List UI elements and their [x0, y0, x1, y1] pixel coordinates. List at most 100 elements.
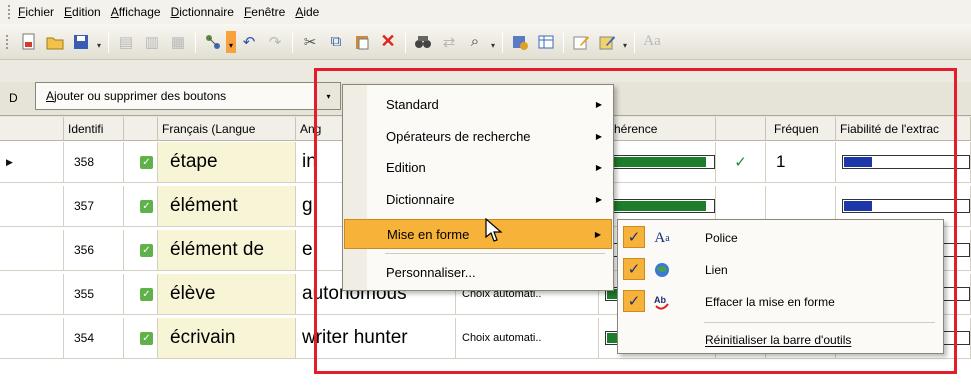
- menu-item-label: Mise en forme: [387, 226, 470, 242]
- separator: [405, 30, 406, 53]
- cell-identifiant[interactable]: 357: [64, 186, 124, 227]
- paste-icon[interactable]: [351, 31, 373, 53]
- cell-text: 354: [74, 331, 95, 345]
- link-globe-icon: [651, 259, 673, 281]
- menu-item-lien[interactable]: ✓ Lien: [619, 254, 942, 286]
- checkbox-checked-icon[interactable]: ✓: [140, 331, 153, 345]
- status-mark: ✓: [734, 154, 747, 171]
- find-replace-icon[interactable]: ⇄: [438, 31, 460, 53]
- cut-icon[interactable]: ✂: [299, 31, 321, 53]
- menu-edition[interactable]: Edition: [64, 5, 101, 19]
- network-icon[interactable]: [202, 31, 224, 53]
- menu-item-standard[interactable]: Standard ▶: [344, 89, 612, 119]
- copy-icon[interactable]: ⧉: [325, 31, 347, 53]
- add-remove-buttons-item[interactable]: Ajouter ou supprimer des boutons: [35, 82, 317, 110]
- menu-item-dictionnaire[interactable]: Dictionnaire ▶: [344, 184, 612, 214]
- menu-fichier[interactable]: Fichier: [18, 5, 54, 19]
- menu-aide[interactable]: Aide: [295, 5, 319, 19]
- settings-icon[interactable]: [509, 31, 531, 53]
- bar2-prefix: D: [9, 91, 18, 105]
- row-selector[interactable]: [0, 230, 64, 271]
- open-folder-icon[interactable]: [44, 31, 66, 53]
- header-check[interactable]: [124, 117, 158, 141]
- cell-francais[interactable]: élément de: [158, 230, 296, 271]
- cell-francais[interactable]: élève: [158, 274, 296, 315]
- cell-coherence: [599, 142, 716, 183]
- menu-affichage[interactable]: Affichage: [111, 5, 161, 19]
- menu-item-effacer[interactable]: ✓ Ab Effacer la mise en forme: [619, 286, 942, 318]
- menu-dictionnaire[interactable]: Dictionnaire: [171, 5, 234, 19]
- cell-text: étape: [170, 151, 218, 172]
- save-icon[interactable]: [70, 31, 92, 53]
- header-mark[interactable]: [716, 117, 766, 141]
- find-next-icon[interactable]: ⌕: [464, 31, 486, 53]
- cell-validated[interactable]: ✓: [124, 186, 158, 227]
- header-anglais[interactable]: Ang: [296, 117, 346, 141]
- cell-identifiant[interactable]: 358: [64, 142, 124, 183]
- cell-francais[interactable]: étape: [158, 142, 296, 183]
- table-icon[interactable]: [535, 31, 557, 53]
- menubar-grip[interactable]: [8, 5, 12, 19]
- checkbox-checked-icon[interactable]: ✓: [140, 287, 153, 301]
- menu-item-label: Opérateurs de recherche: [386, 128, 531, 144]
- cell-choix[interactable]: Choix automati..: [456, 318, 599, 359]
- cell-text: 356: [74, 243, 95, 257]
- header-identifiant[interactable]: Identifi: [64, 117, 124, 141]
- cell-identifiant[interactable]: 355: [64, 274, 124, 315]
- toolbar-grip[interactable]: [6, 34, 10, 49]
- toolbar-dropdown-1[interactable]: ▾: [94, 31, 104, 53]
- toolbar-dropdown-2[interactable]: ▾: [488, 31, 498, 53]
- binoculars-icon[interactable]: [412, 31, 434, 53]
- menu-item-mise-en-forme[interactable]: Mise en forme ▶: [344, 219, 612, 249]
- cell-text: 357: [74, 199, 95, 213]
- font-icon[interactable]: Aa: [641, 31, 663, 53]
- menu-item-operateurs[interactable]: Opérateurs de recherche ▶: [344, 121, 612, 151]
- menu-item-reinitialiser[interactable]: Réinitialiser la barre d'outils: [619, 324, 942, 356]
- cell-text: e: [302, 239, 313, 260]
- row-selector[interactable]: [0, 274, 64, 315]
- cell-anglais[interactable]: writer hunter: [296, 318, 456, 359]
- undo-icon[interactable]: ↶: [238, 31, 260, 53]
- menu-item-edition[interactable]: Edition ▶: [344, 152, 612, 182]
- row-selector[interactable]: ▶: [0, 142, 64, 183]
- redo-icon[interactable]: ↷: [264, 31, 286, 53]
- cell-validated[interactable]: ✓: [124, 318, 158, 359]
- cell-francais[interactable]: écrivain: [158, 318, 296, 359]
- cell-validated[interactable]: ✓: [124, 274, 158, 315]
- edit-2-icon[interactable]: [596, 31, 618, 53]
- cell-francais[interactable]: élément: [158, 186, 296, 227]
- menu-item-police[interactable]: ✓ Aa Police: [619, 222, 942, 254]
- delete-icon[interactable]: ✕: [377, 31, 399, 53]
- checkbox-checked-icon[interactable]: ✓: [140, 199, 153, 213]
- cell-validated[interactable]: ✓: [124, 230, 158, 271]
- cell-validated[interactable]: ✓: [124, 142, 158, 183]
- menu-fenetre[interactable]: Fenêtre: [244, 5, 285, 19]
- dim-icon-2[interactable]: ▥: [141, 31, 163, 53]
- row-selector[interactable]: [0, 186, 64, 227]
- cell-text: g: [302, 195, 313, 216]
- dim-icon-1[interactable]: ▤: [115, 31, 137, 53]
- add-remove-dropdown-arrow[interactable]: ▾: [317, 82, 341, 110]
- cell-frequence: 1: [766, 142, 836, 183]
- toolbar-dropdown-active[interactable]: ▾: [226, 30, 236, 53]
- menu-item-personnaliser[interactable]: Personnaliser...: [344, 257, 612, 287]
- coherence-bar: [605, 199, 715, 213]
- cell-identifiant[interactable]: 356: [64, 230, 124, 271]
- header-francais[interactable]: Français (Langue: [158, 117, 296, 141]
- row-selector[interactable]: [0, 318, 64, 359]
- header-fiabilite[interactable]: Fiabilité de l'extrac: [836, 117, 971, 141]
- checkbox-checked-icon[interactable]: ✓: [140, 243, 153, 257]
- checkbox-checked-icon[interactable]: ✓: [140, 155, 153, 169]
- cell-identifiant[interactable]: 354: [64, 318, 124, 359]
- submenu-arrow-icon: ▶: [595, 131, 602, 141]
- cell-text: élément de: [170, 239, 265, 260]
- header-frequence[interactable]: Fréquen: [766, 117, 836, 141]
- toolbar-dropdown-3[interactable]: ▾: [620, 31, 630, 53]
- dim-icon-3[interactable]: ▦: [167, 31, 189, 53]
- header-coherence[interactable]: hérence: [614, 117, 716, 141]
- cell-text: 1: [776, 152, 786, 171]
- edit-icon[interactable]: [570, 31, 592, 53]
- menu-item-label: Dictionnaire: [386, 191, 455, 207]
- cell-text: 358: [74, 155, 95, 169]
- new-doc-icon[interactable]: [18, 31, 40, 53]
